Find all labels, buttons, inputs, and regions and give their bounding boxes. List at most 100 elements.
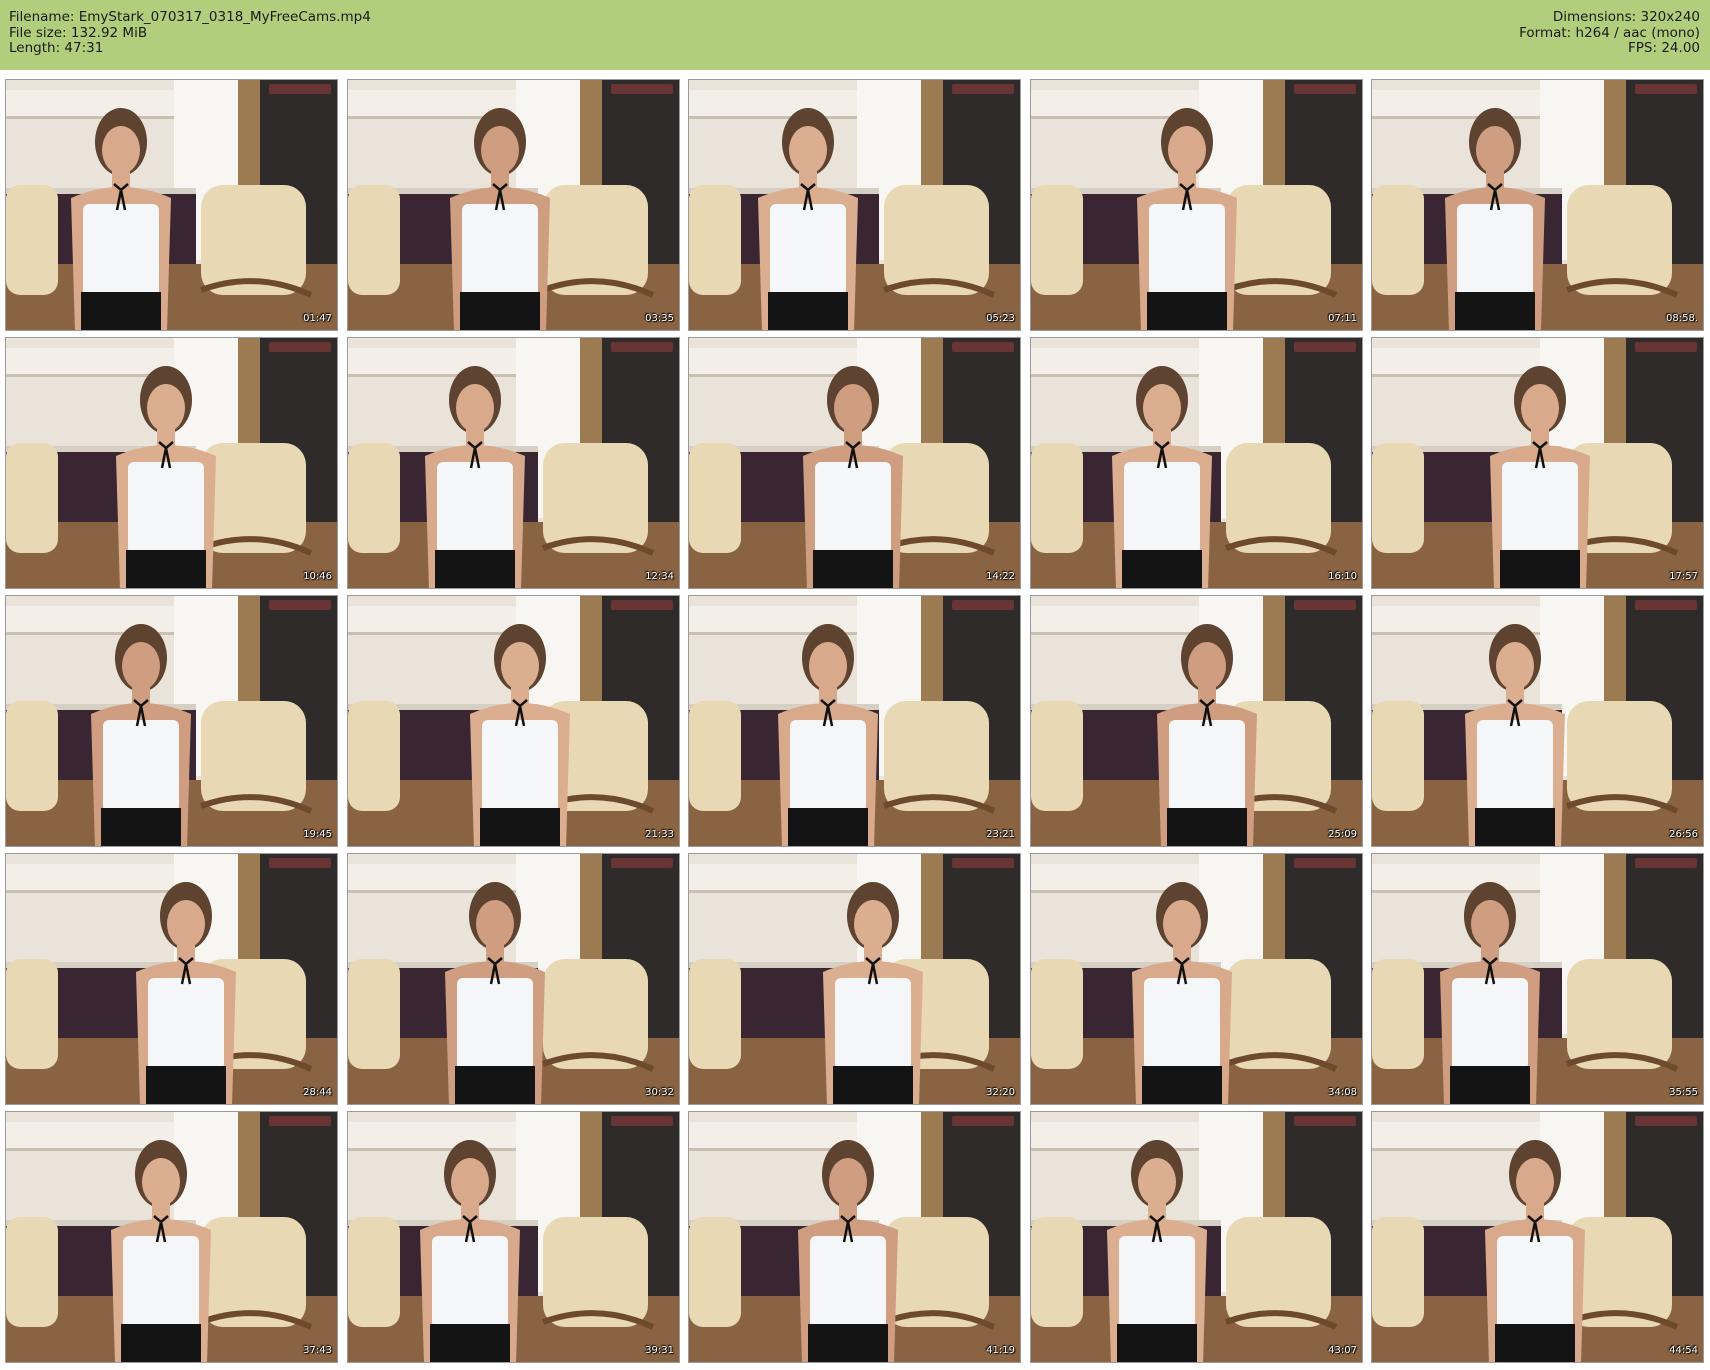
frame-image — [1031, 338, 1362, 588]
watermark-logo — [1294, 858, 1356, 868]
video-thumbnail: 01:47 — [5, 79, 338, 331]
timestamp-label: 34:08 — [1328, 1087, 1357, 1098]
timestamp-label: 17:57 — [1669, 571, 1698, 582]
watermark-logo — [1294, 84, 1356, 94]
timestamp-label: 32:20 — [986, 1087, 1015, 1098]
timestamp-label: 01:47 — [303, 313, 332, 324]
timestamp-label: 44:54 — [1669, 1345, 1698, 1356]
frame-image — [689, 1112, 1020, 1362]
video-thumbnail: 16:10 — [1030, 337, 1363, 589]
format-text: Format: h264 / aac (mono) — [1519, 24, 1700, 41]
video-thumbnail: 26:56 — [1371, 595, 1704, 847]
frame-image — [689, 80, 1020, 330]
frame-image — [1031, 596, 1362, 846]
video-thumbnail: 17:57 — [1371, 337, 1704, 589]
watermark-logo — [952, 1116, 1014, 1126]
length-text: Length: 47:31 — [9, 40, 104, 56]
timestamp-label: 07:11 — [1328, 313, 1357, 324]
video-thumbnail: 12:34 — [347, 337, 680, 589]
timestamp-label: 03:35 — [645, 313, 674, 324]
frame-image — [348, 854, 679, 1104]
timestamp-label: 41:19 — [986, 1345, 1015, 1356]
watermark-logo — [269, 84, 331, 94]
frame-image — [6, 80, 337, 330]
video-thumbnail: 43:07 — [1030, 1111, 1363, 1363]
video-thumbnail: 23:21 — [688, 595, 1021, 847]
timestamp-label: 10:46 — [303, 571, 332, 582]
dimensions-text: Dimensions: 320x240 — [1552, 9, 1700, 25]
filename-text: Filename: EmyStark_070317_0318_MyFreeCam… — [9, 9, 371, 25]
watermark-logo — [952, 858, 1014, 868]
video-thumbnail: 14:22 — [688, 337, 1021, 589]
timestamp-label: 16:10 — [1328, 571, 1357, 582]
frame-image — [1031, 80, 1362, 330]
video-thumbnail: 10:46 — [5, 337, 338, 589]
timestamp-label: 35:55 — [1669, 1087, 1698, 1098]
timestamp-label: 08:58. — [1666, 313, 1698, 324]
video-thumbnail: 30:32 — [347, 853, 680, 1105]
timestamp-label: 39:31 — [645, 1345, 674, 1356]
watermark-logo — [1635, 600, 1697, 610]
watermark-logo — [1294, 1116, 1356, 1126]
frame-image — [6, 1112, 337, 1362]
timestamp-label: 05:23 — [986, 313, 1015, 324]
video-thumbnail: 25:09 — [1030, 595, 1363, 847]
frame-image — [6, 596, 337, 846]
frame-image — [689, 338, 1020, 588]
frame-image — [348, 338, 679, 588]
info-header: Filename: EmyStark_070317_0318_MyFreeCam… — [0, 0, 1710, 70]
video-thumbnail: 39:31 — [347, 1111, 680, 1363]
frame-image — [1372, 596, 1703, 846]
timestamp-label: 25:09 — [1328, 829, 1357, 840]
watermark-logo — [269, 600, 331, 610]
watermark-logo — [1635, 1116, 1697, 1126]
frame-image — [348, 80, 679, 330]
video-thumbnail: 41:19 — [688, 1111, 1021, 1363]
video-thumbnail: 44:54 — [1371, 1111, 1704, 1363]
watermark-logo — [269, 342, 331, 352]
frame-image — [1372, 338, 1703, 588]
timestamp-label: 14:22 — [986, 571, 1015, 582]
video-thumbnail: 32:20 — [688, 853, 1021, 1105]
watermark-logo — [269, 1116, 331, 1126]
watermark-logo — [952, 84, 1014, 94]
timestamp-label: 26:56 — [1669, 829, 1698, 840]
frame-image — [1031, 1112, 1362, 1362]
frame-image — [1372, 854, 1703, 1104]
frame-image — [1372, 80, 1703, 330]
video-thumbnail: 19:45 — [5, 595, 338, 847]
timestamp-label: 12:34 — [645, 571, 674, 582]
watermark-logo — [611, 600, 673, 610]
header-right-info: Dimensions: 320x240 Format: h264 / aac (… — [1519, 9, 1700, 57]
video-thumbnail: 21:33 — [347, 595, 680, 847]
video-thumbnail: 08:58. — [1371, 79, 1704, 331]
watermark-logo — [952, 600, 1014, 610]
watermark-logo — [952, 342, 1014, 352]
header-left-info: Filename: EmyStark_070317_0318_MyFreeCam… — [9, 9, 371, 57]
timestamp-label: 19:45 — [303, 829, 332, 840]
timestamp-label: 37:43 — [303, 1345, 332, 1356]
frame-image — [1031, 854, 1362, 1104]
watermark-logo — [611, 84, 673, 94]
fps-text: FPS: 24.00 — [1628, 40, 1700, 56]
video-thumbnail: 34:08 — [1030, 853, 1363, 1105]
watermark-logo — [611, 858, 673, 868]
watermark-logo — [269, 858, 331, 868]
video-thumbnail: 28:44 — [5, 853, 338, 1105]
frame-image — [689, 854, 1020, 1104]
video-thumbnail: 07:11 — [1030, 79, 1363, 331]
watermark-logo — [1635, 84, 1697, 94]
video-thumbnail: 37:43 — [5, 1111, 338, 1363]
timestamp-label: 21:33 — [645, 829, 674, 840]
frame-image — [348, 596, 679, 846]
watermark-logo — [611, 1116, 673, 1126]
video-thumbnail: 05:23 — [688, 79, 1021, 331]
timestamp-label: 43:07 — [1328, 1345, 1357, 1356]
thumbnail-grid: 01:47 03:35 05:23 07:11 08:58. 10:46 12:34 14:2… — [5, 79, 1705, 1367]
watermark-logo — [1635, 858, 1697, 868]
frame-image — [6, 854, 337, 1104]
timestamp-label: 23:21 — [986, 829, 1015, 840]
video-thumbnail: 03:35 — [347, 79, 680, 331]
frame-image — [1372, 1112, 1703, 1362]
timestamp-label: 30:32 — [645, 1087, 674, 1098]
